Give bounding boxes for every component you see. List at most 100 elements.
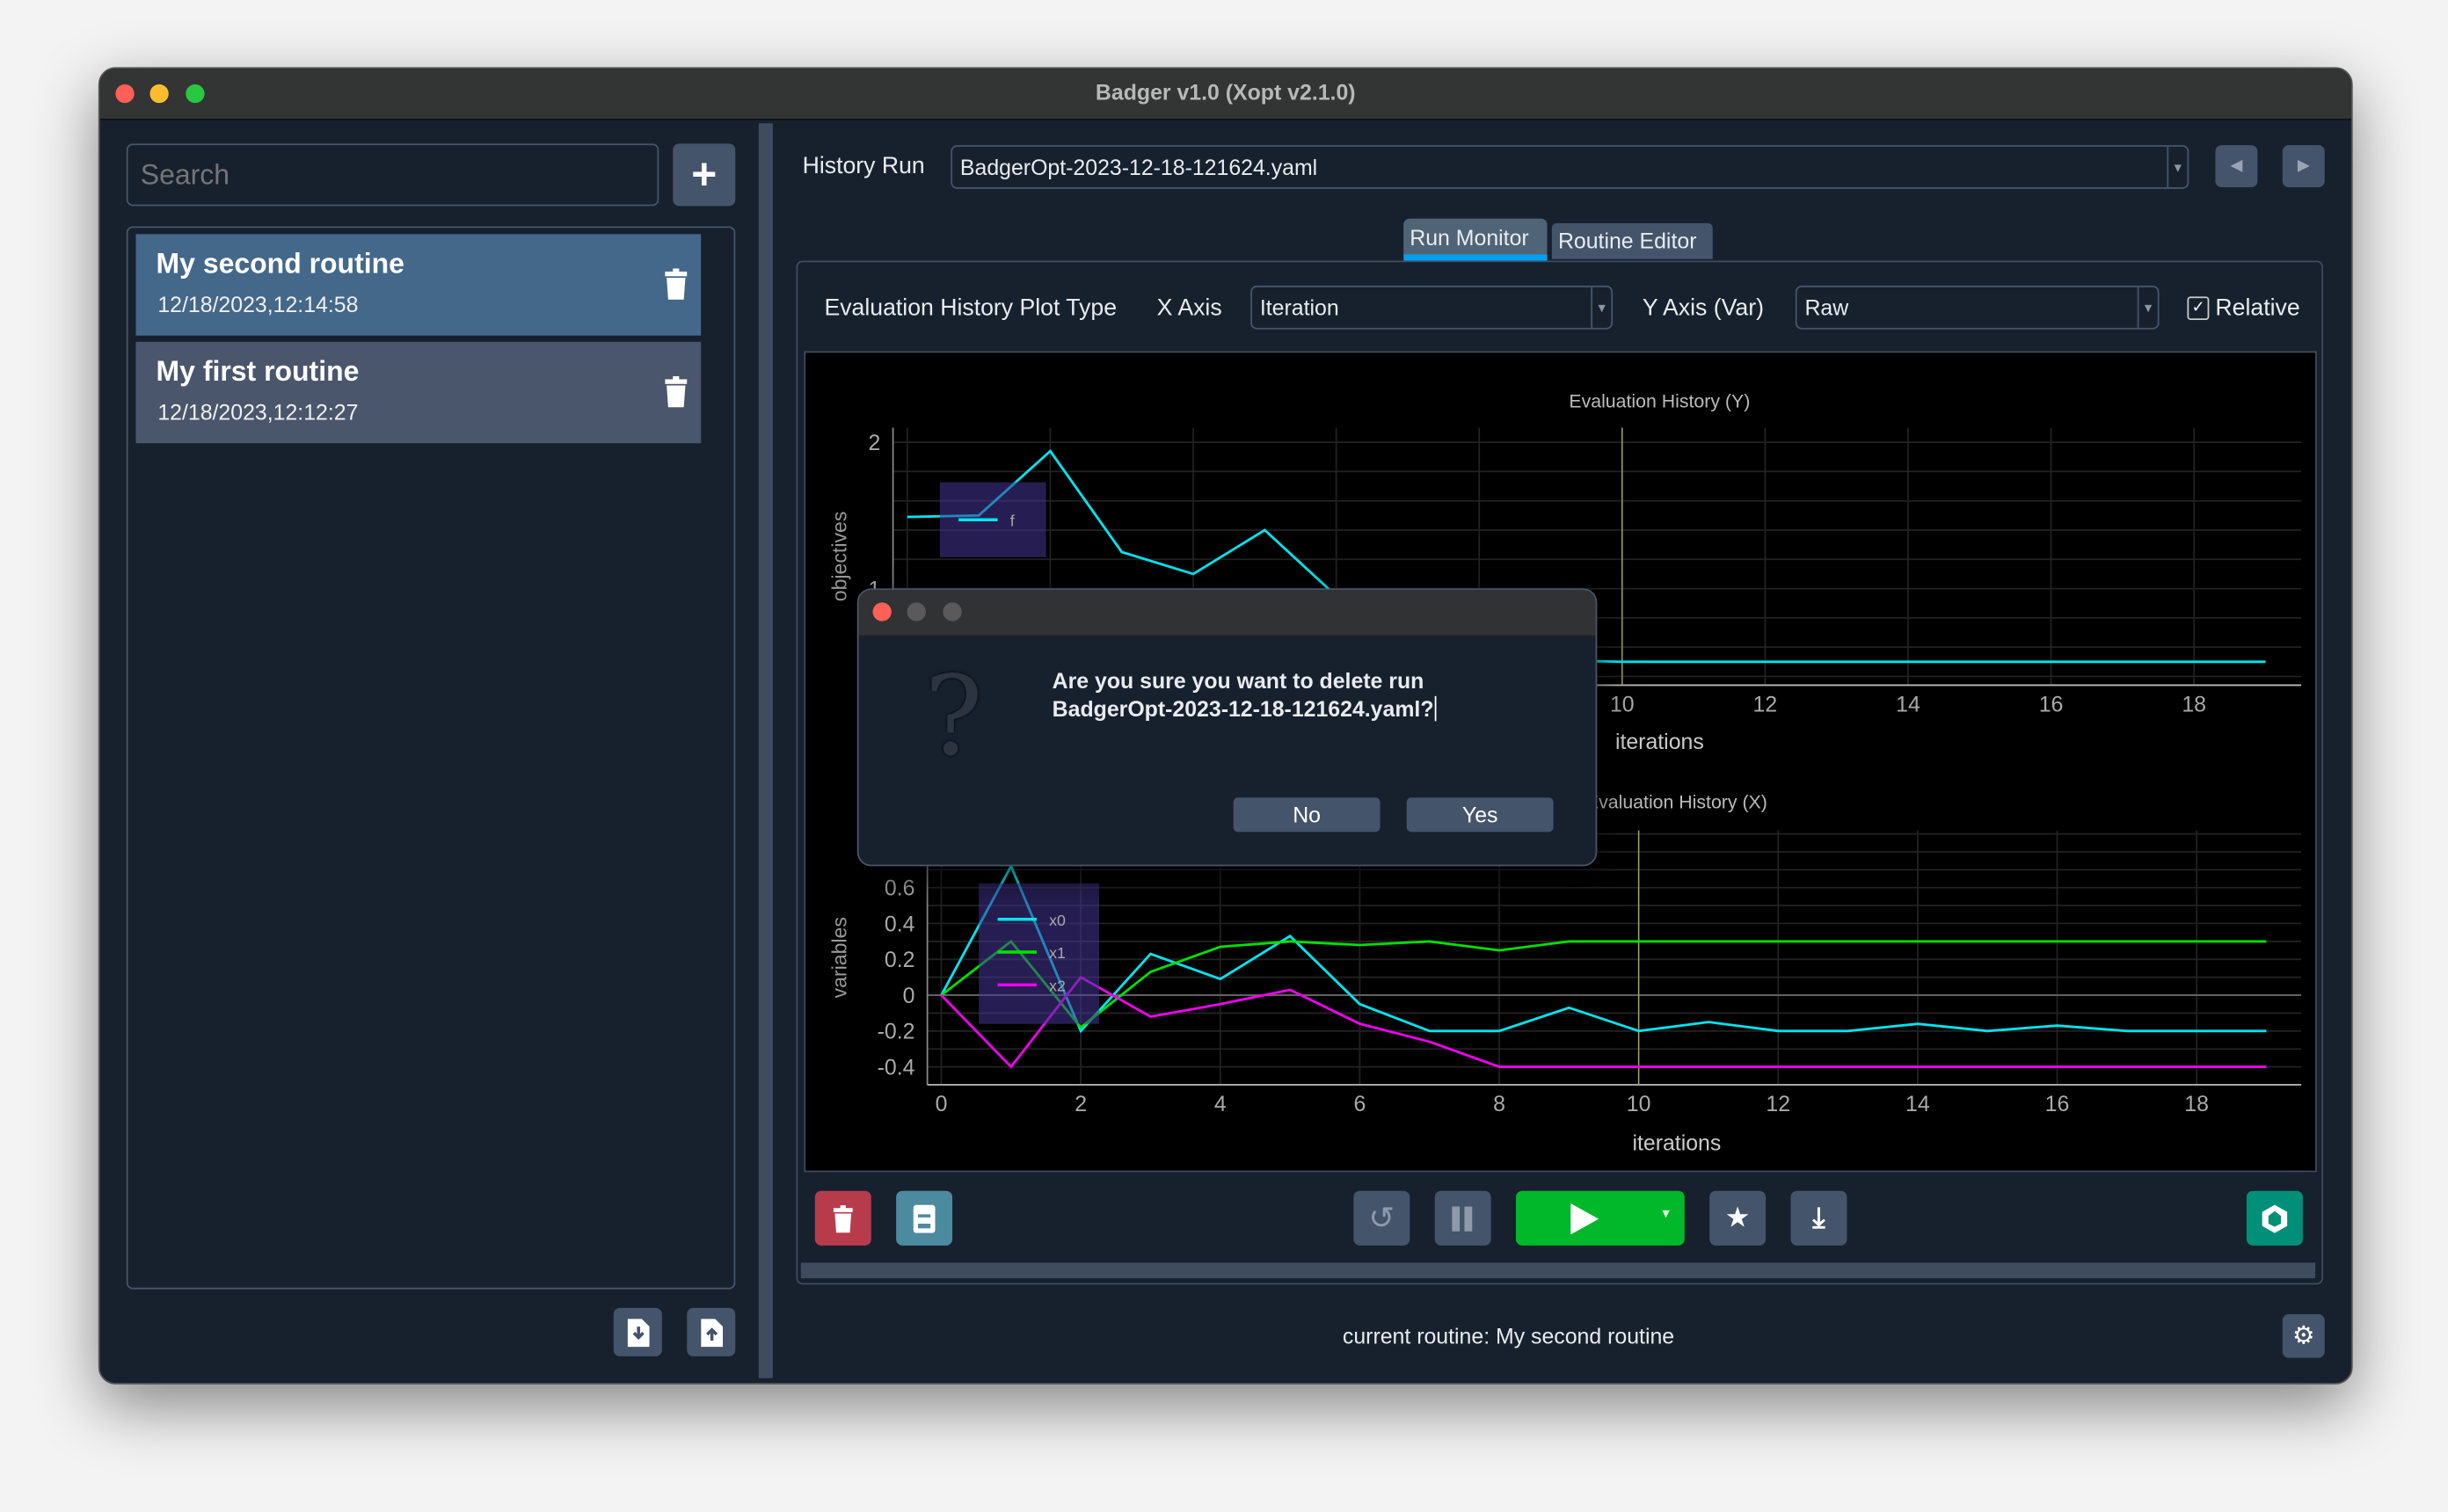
history-run-combo[interactable]: BadgerOpt-2023-12-18-121624.yaml ▼ <box>951 145 2189 189</box>
x-tick-label: 16 <box>2039 694 2064 717</box>
legend-label: x2 <box>1049 977 1066 994</box>
trash-icon[interactable] <box>664 375 688 408</box>
dialog-message-line1: Are you sure you want to delete run <box>1052 667 1424 694</box>
x-axis-title: iterations <box>1632 1132 1721 1156</box>
export-routine-button[interactable] <box>687 1307 736 1356</box>
no-button[interactable]: No <box>1233 797 1381 832</box>
dial-in-button[interactable]: ⤓ <box>1790 1190 1847 1246</box>
routine-item[interactable]: My second routine 12/18/2023,12:14:58 <box>135 234 702 336</box>
x-tick-label: 14 <box>1896 694 1920 717</box>
plus-icon: + <box>691 149 718 199</box>
dialog-title-bar <box>858 590 1596 637</box>
routine-name: My first routine <box>156 355 360 388</box>
tab-label: Run Monitor <box>1410 224 1529 251</box>
y-axis-value: Raw <box>1804 294 1849 320</box>
checkmark-icon: ✓ <box>2191 299 2205 317</box>
tab-label: Routine Editor <box>1557 228 1697 253</box>
routine-date: 12/18/2023,12:14:58 <box>157 292 359 317</box>
previous-run-button[interactable]: ◀ <box>2215 145 2258 188</box>
x-tick-label: 6 <box>1353 1093 1366 1116</box>
pause-icon <box>1452 1205 1473 1231</box>
x-tick-label: 8 <box>1493 1093 1505 1116</box>
import-routine-button[interactable] <box>613 1307 662 1356</box>
add-routine-button[interactable]: + <box>673 143 736 207</box>
jump-to-optimum-button[interactable]: ★ <box>1709 1190 1767 1246</box>
relative-label: Relative <box>2215 294 2300 322</box>
y-axis-title: variables <box>827 917 850 998</box>
dialog-close-button[interactable] <box>872 602 892 622</box>
undo-icon: ↺ <box>1368 1202 1395 1237</box>
x-tick-label: 4 <box>1214 1093 1227 1116</box>
logbook-icon <box>913 1203 936 1232</box>
x-axis-label: X Axis <box>1156 294 1222 322</box>
trash-icon[interactable] <box>664 268 688 300</box>
y-axis-label: Y Axis (Var) <box>1642 294 1764 322</box>
legend-label: f <box>1010 512 1015 529</box>
history-run-value: BadgerOpt-2023-12-18-121624.yaml <box>959 154 1318 180</box>
legend-label: x0 <box>1049 912 1066 929</box>
dialog-zoom-button <box>943 602 962 622</box>
dialog-minimize-button <box>907 602 926 622</box>
chevron-left-icon: ◀ <box>2230 157 2243 175</box>
app-window: Badger v1.0 (Xopt v2.1.0) + My second ro… <box>98 67 2353 1385</box>
y-tick-label: 0.2 <box>885 949 915 972</box>
series-line-x0 <box>940 863 2267 1034</box>
y-axis-title: objectives <box>827 512 850 602</box>
y-tick-label: 0.6 <box>885 877 915 901</box>
yes-button[interactable]: Yes <box>1406 797 1554 832</box>
relative-checkbox[interactable]: ✓ <box>2187 296 2210 320</box>
y-tick-label: 0 <box>903 985 915 1008</box>
chart-title: Evaluation History (Y) <box>1569 390 1750 411</box>
x-tick-label: 16 <box>2045 1093 2070 1116</box>
series-line-x1 <box>940 939 2267 1029</box>
question-icon: ? <box>924 652 983 781</box>
gear-icon: ⚙ <box>2292 1323 2315 1350</box>
x-tick-label: 12 <box>1766 1093 1790 1116</box>
series-line-x2 <box>940 975 2267 1069</box>
logbook-button[interactable] <box>896 1190 953 1246</box>
export-button[interactable] <box>2246 1190 2303 1246</box>
x-tick-label: 0 <box>936 1093 948 1116</box>
history-run-label: History Run <box>802 152 925 180</box>
routine-item[interactable]: My first routine 12/18/2023,12:12:27 <box>135 341 702 444</box>
x-tick-label: 18 <box>2184 1093 2209 1116</box>
routine-list: My second routine 12/18/2023,12:14:58 My… <box>126 226 736 1290</box>
y-axis-combo[interactable]: Raw ▼ <box>1795 285 2160 330</box>
x-tick-label: 12 <box>1753 694 1778 717</box>
status-text: current routine: My second routine <box>1342 1323 1675 1349</box>
run-button[interactable]: ▼ <box>1516 1190 1685 1246</box>
legend-label: x1 <box>1049 944 1066 962</box>
next-run-button[interactable]: ▶ <box>2282 145 2325 188</box>
tab-routine-editor[interactable]: Routine Editor <box>1551 222 1713 259</box>
routine-date: 12/18/2023,12:12:27 <box>157 399 359 425</box>
search-input[interactable] <box>126 143 659 207</box>
x-tick-label: 18 <box>2182 694 2206 717</box>
x-axis-combo[interactable]: Iteration ▼ <box>1250 285 1614 330</box>
dialog-message-line2: BadgerOpt-2023-12-18-121624.yaml? <box>1053 695 1438 722</box>
x-tick-label: 14 <box>1905 1093 1930 1116</box>
chart-title: Evaluation History (X) <box>1586 792 1767 813</box>
chevron-down-icon: ▼ <box>2167 146 2187 188</box>
trash-icon <box>833 1204 853 1232</box>
x-axis-value: Iteration <box>1259 294 1339 320</box>
y-tick-label: 2 <box>869 432 881 455</box>
x-axis-title: iterations <box>1615 731 1704 754</box>
tab-run-monitor[interactable]: Run Monitor <box>1403 218 1548 261</box>
window-title: Badger v1.0 (Xopt v2.1.0) <box>1095 79 1356 105</box>
file-import-icon <box>626 1318 649 1347</box>
settings-button[interactable]: ⚙ <box>2282 1313 2325 1358</box>
legend-box <box>979 883 1099 1024</box>
routine-name: My second routine <box>156 248 404 280</box>
delete-run-button[interactable] <box>814 1190 871 1246</box>
x-tick-label: 10 <box>1627 1093 1651 1116</box>
chevron-down-icon: ▼ <box>1591 287 1611 328</box>
x-tick-label: 2 <box>1075 1093 1087 1116</box>
arrow-down-icon: ⤓ <box>1812 1202 1825 1233</box>
pause-button[interactable] <box>1434 1190 1491 1246</box>
chevron-right-icon: ▶ <box>2297 157 2310 175</box>
panel-resize-handle[interactable] <box>800 1262 2316 1279</box>
reset-button[interactable]: ↺ <box>1353 1190 1410 1246</box>
file-export-icon <box>700 1318 723 1347</box>
splitter-handle[interactable] <box>758 123 773 1378</box>
run-options-dropdown[interactable]: ▼ <box>1659 1206 1672 1220</box>
